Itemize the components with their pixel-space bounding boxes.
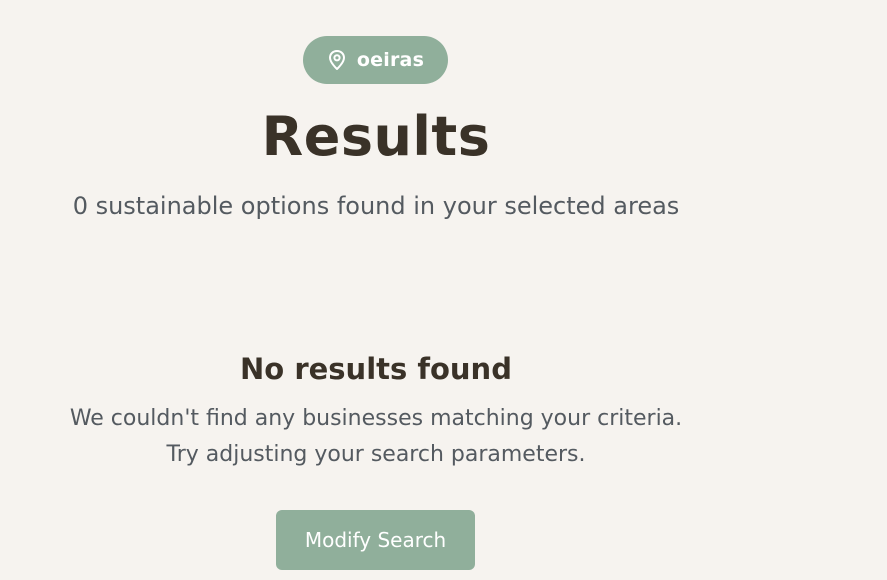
page-title: Results [261,105,491,168]
map-pin-icon [327,49,347,71]
empty-state-hint: Try adjusting your search parameters. [166,442,586,467]
empty-state-message: We couldn't find any businesses matching… [69,406,683,431]
modify-search-button[interactable]: Modify Search [276,510,475,570]
results-page: oeiras Results 0 sustainable options fou… [0,0,887,580]
results-count-subtitle: 0 sustainable options found in your sele… [72,192,680,220]
location-chip-label: oeiras [356,49,425,71]
empty-state-heading: No results found [240,352,512,386]
location-chip[interactable]: oeiras [303,36,448,84]
